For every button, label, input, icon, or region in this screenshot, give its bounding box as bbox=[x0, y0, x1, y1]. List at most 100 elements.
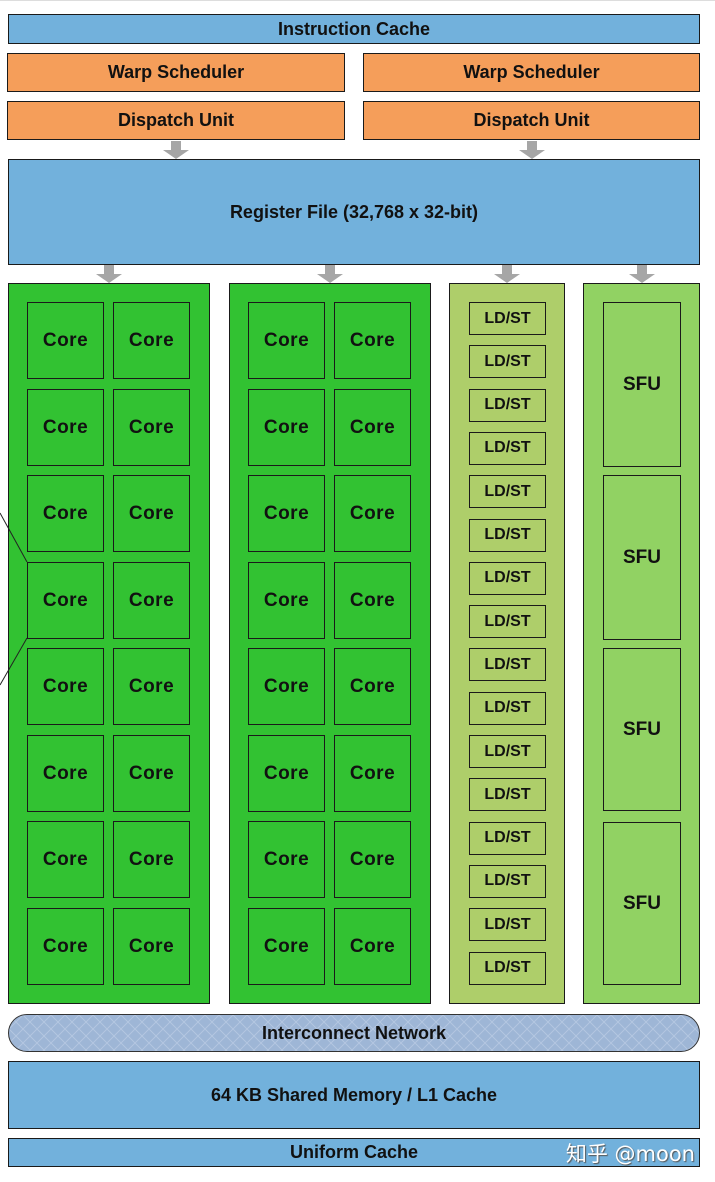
core-label: Core bbox=[263, 935, 310, 957]
core-unit: Core bbox=[334, 648, 411, 725]
core-unit: Core bbox=[334, 475, 411, 552]
core-label: Core bbox=[42, 589, 89, 611]
core-label: Core bbox=[128, 502, 175, 524]
core-unit: Core bbox=[248, 389, 325, 466]
core-unit: Core bbox=[27, 302, 104, 379]
core-unit: Core bbox=[248, 302, 325, 379]
core-unit: Core bbox=[27, 735, 104, 812]
core-unit: Core bbox=[27, 821, 104, 898]
core-label: Core bbox=[42, 502, 89, 524]
core-label: Core bbox=[263, 762, 310, 784]
ldst-label: LD/ST bbox=[484, 915, 531, 933]
ldst-unit: LD/ST bbox=[469, 735, 546, 768]
core-unit: Core bbox=[334, 735, 411, 812]
core-label: Core bbox=[349, 675, 396, 697]
core-label: Core bbox=[263, 416, 310, 438]
core-label: Core bbox=[128, 416, 175, 438]
warp-scheduler-label: Warp Scheduler bbox=[463, 62, 600, 82]
sfu-unit: SFU bbox=[603, 302, 681, 467]
ldst-unit: LD/ST bbox=[469, 431, 546, 465]
core-unit: Core bbox=[113, 562, 190, 639]
ldst-label: LD/ST bbox=[484, 699, 531, 717]
ldst-label: LD/ST bbox=[484, 829, 531, 847]
sfu-unit: SFU bbox=[603, 822, 681, 985]
core-label: Core bbox=[349, 589, 396, 611]
ldst-label: LD/ST bbox=[484, 742, 531, 760]
ldst-label: LD/ST bbox=[484, 396, 531, 414]
ldst-label: LD/ST bbox=[484, 352, 531, 370]
ldst-unit: LD/ST bbox=[469, 302, 546, 335]
core-unit: Core bbox=[113, 821, 190, 898]
core-unit: Core bbox=[113, 735, 190, 812]
core-label: Core bbox=[263, 589, 310, 611]
interconnect-network: Interconnect Network bbox=[8, 1014, 700, 1052]
ldst-unit: LD/ST bbox=[469, 864, 546, 898]
ldst-label: LD/ST bbox=[484, 785, 531, 803]
ldst-unit: LD/ST bbox=[469, 605, 546, 639]
sfu-label: SFU bbox=[623, 373, 661, 395]
sfu-label: SFU bbox=[623, 718, 661, 740]
core-unit: Core bbox=[248, 821, 325, 898]
core-unit: Core bbox=[334, 302, 411, 379]
core-unit: Core bbox=[27, 908, 104, 985]
core-label: Core bbox=[128, 848, 175, 870]
core-unit: Core bbox=[113, 475, 190, 552]
core-label: Core bbox=[349, 935, 396, 957]
top-border bbox=[0, 0, 715, 1]
core-label: Core bbox=[42, 416, 89, 438]
core-unit: Core bbox=[113, 389, 190, 466]
core-unit: Core bbox=[248, 908, 325, 985]
core-label: Core bbox=[349, 848, 396, 870]
core-label: Core bbox=[349, 329, 396, 351]
shared-memory-l1-cache: 64 KB Shared Memory / L1 Cache bbox=[8, 1061, 700, 1129]
ldst-label: LD/ST bbox=[484, 526, 531, 543]
warp-scheduler-label: Warp Scheduler bbox=[107, 62, 245, 82]
core-unit: Core bbox=[334, 389, 411, 466]
ldst-unit: LD/ST bbox=[469, 778, 546, 812]
ldst-label: LD/ST bbox=[484, 439, 531, 457]
ldst-unit: LD/ST bbox=[469, 691, 546, 725]
callout-line-upper bbox=[0, 512, 28, 563]
register-file-label: Register File (32,768 x 32-bit) bbox=[229, 201, 479, 222]
core-unit: Core bbox=[113, 908, 190, 985]
warp-scheduler-right: Warp Scheduler bbox=[363, 53, 700, 92]
dispatch-unit-label: Dispatch Unit bbox=[117, 110, 234, 130]
ldst-label: LD/ST bbox=[484, 569, 531, 587]
ldst-unit: LD/ST bbox=[469, 388, 546, 422]
sfu-unit: SFU bbox=[603, 475, 681, 640]
ldst-label: LD/ST bbox=[484, 309, 531, 327]
core-label: Core bbox=[263, 329, 310, 351]
ldst-unit: LD/ST bbox=[469, 345, 546, 379]
core-label: Core bbox=[349, 502, 396, 524]
core-label: Core bbox=[42, 935, 89, 957]
ldst-unit: LD/ST bbox=[469, 951, 546, 985]
watermark: 知乎 @moon bbox=[565, 1142, 695, 1166]
core-label: Core bbox=[42, 762, 89, 784]
interconnect-label: Interconnect Network bbox=[261, 1022, 447, 1043]
core-label: Core bbox=[128, 329, 175, 351]
instruction-cache: Instruction Cache bbox=[8, 14, 700, 44]
core-label: Core bbox=[349, 762, 396, 784]
register-file: Register File (32,768 x 32-bit) bbox=[8, 159, 700, 265]
ldst-label: LD/ST bbox=[484, 482, 531, 500]
ldst-label: LD/ST bbox=[484, 612, 531, 630]
core-label: Core bbox=[128, 762, 175, 784]
core-label: Core bbox=[263, 502, 310, 524]
sfu-unit: SFU bbox=[603, 648, 681, 811]
ldst-unit: LD/ST bbox=[469, 561, 546, 595]
core-unit: Core bbox=[113, 648, 190, 725]
ldst-unit: LD/ST bbox=[469, 648, 546, 682]
core-unit: Core bbox=[334, 562, 411, 639]
core-unit: Core bbox=[248, 562, 325, 639]
callout-lines bbox=[0, 512, 28, 686]
dispatch-unit-right: Dispatch Unit bbox=[363, 101, 700, 140]
sfu-label: SFU bbox=[623, 892, 661, 914]
core-label: Core bbox=[263, 848, 310, 870]
ldst-label: LD/ST bbox=[484, 655, 531, 673]
core-label: Core bbox=[263, 675, 310, 697]
core-unit: Core bbox=[248, 475, 325, 552]
core-label: Core bbox=[42, 675, 89, 697]
callout-line-lower bbox=[0, 637, 28, 686]
instruction-cache-label: Instruction Cache bbox=[277, 18, 431, 39]
core-label: Core bbox=[128, 589, 175, 611]
